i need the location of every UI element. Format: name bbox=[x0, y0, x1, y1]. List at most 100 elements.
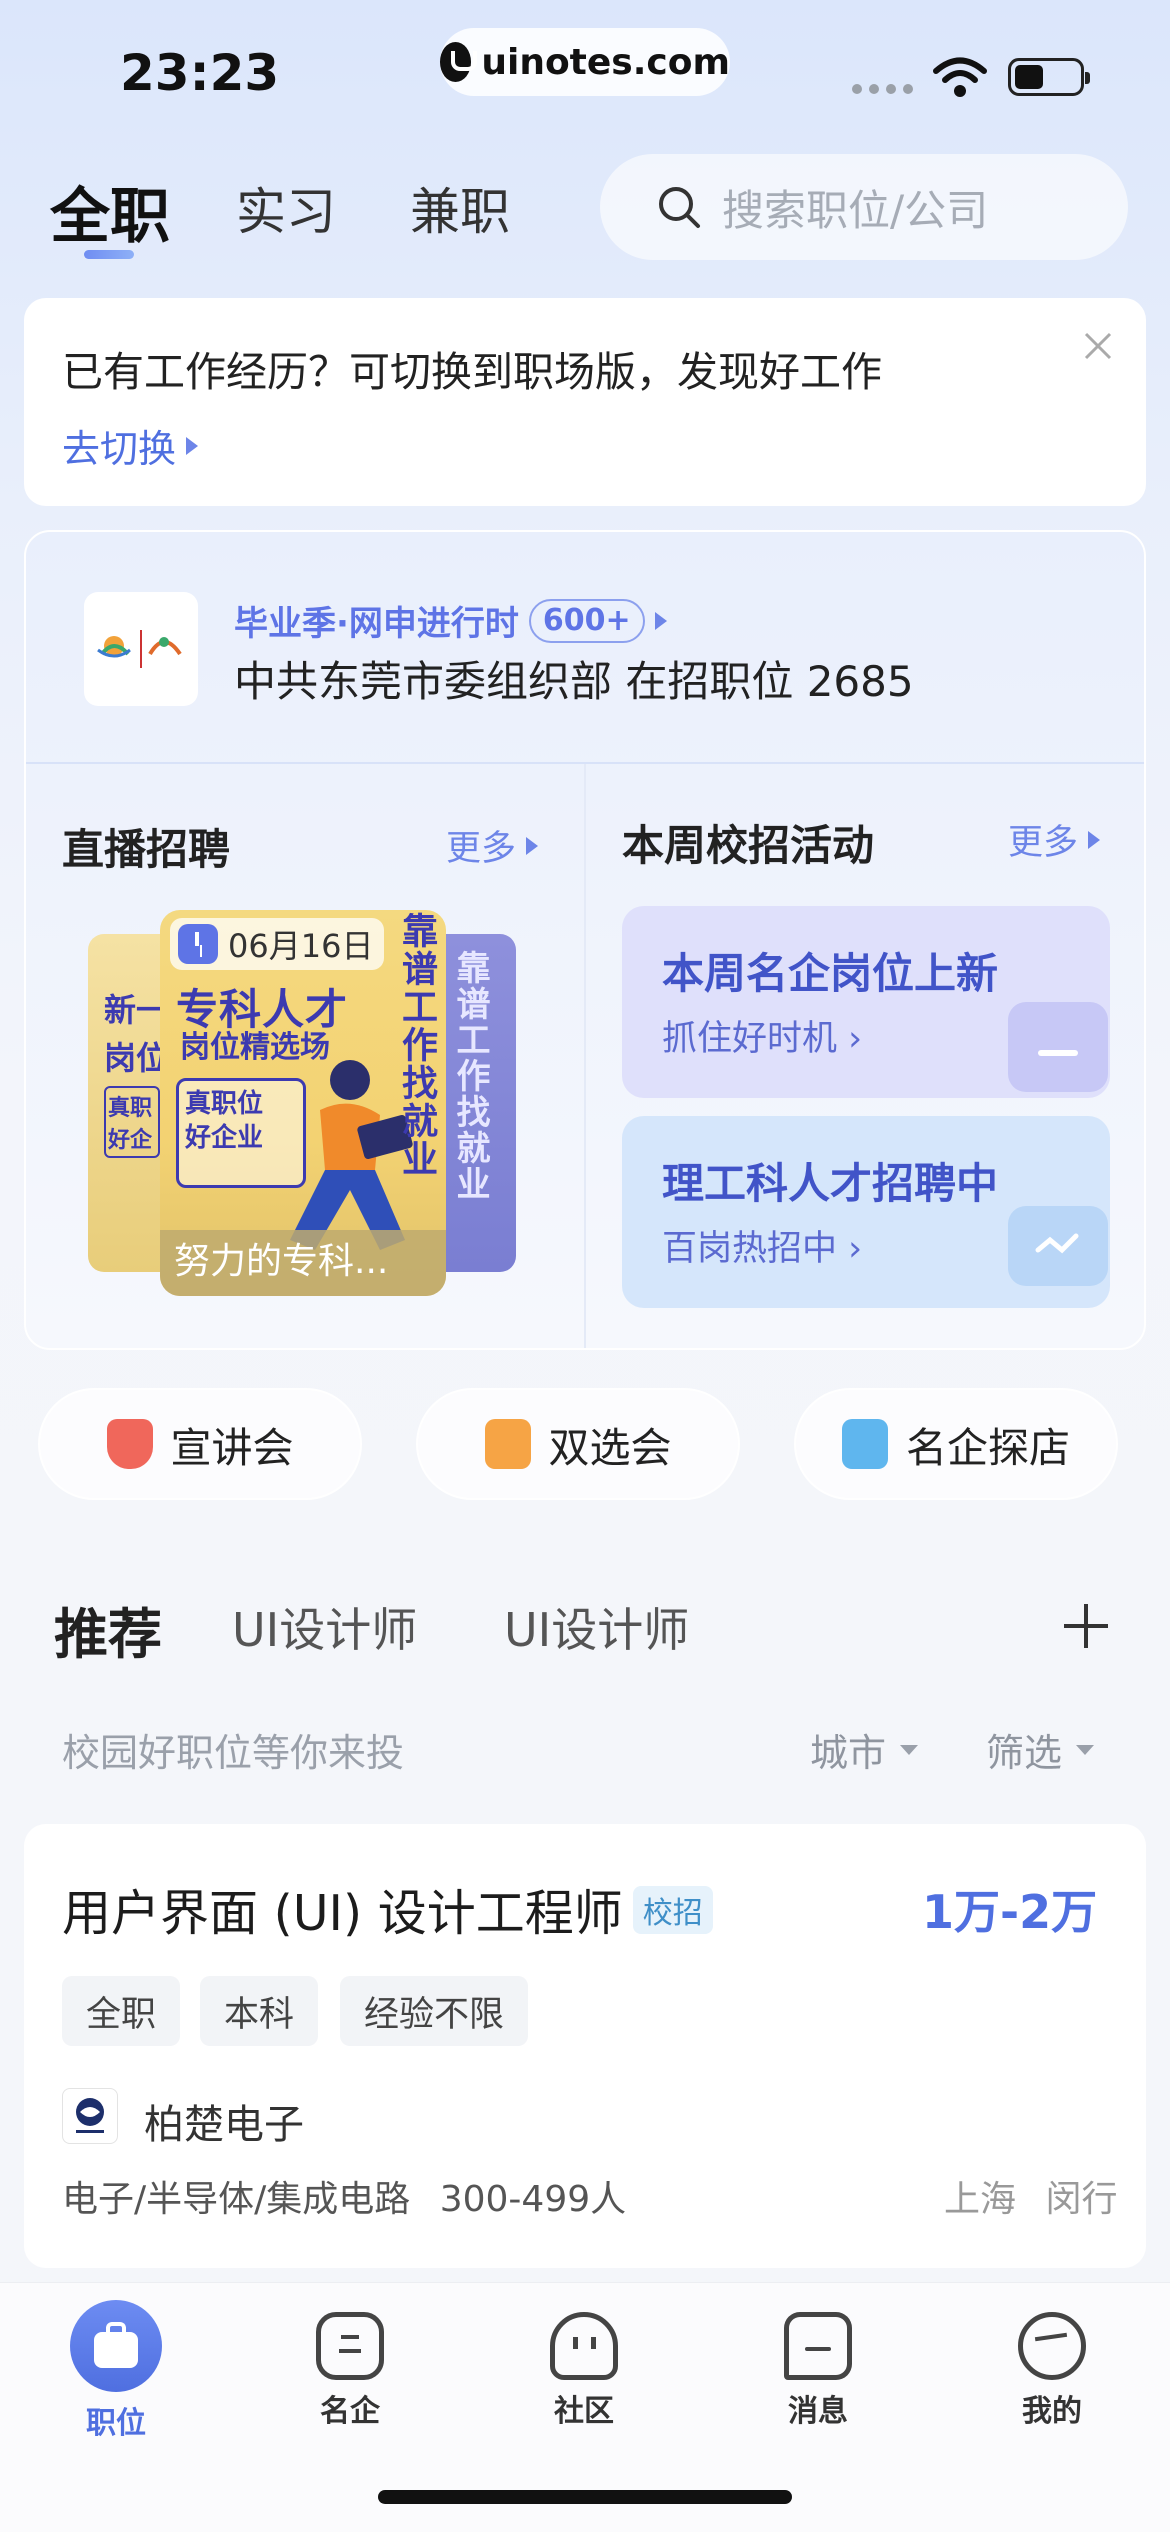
poster-subheadline: 岗位精选场 bbox=[180, 1030, 330, 1065]
company-logo bbox=[62, 2088, 118, 2144]
divider bbox=[584, 764, 586, 1348]
community-icon bbox=[550, 2312, 618, 2380]
campus-card-new-jobs[interactable]: 本周名企岗位上新 抓住好时机 › bbox=[622, 906, 1110, 1098]
site-logo-icon bbox=[440, 42, 478, 82]
company-icon bbox=[316, 2312, 384, 2380]
nav-label: 我的 bbox=[1022, 2394, 1082, 2429]
tab-ui-designer-2[interactable]: UI设计师 bbox=[504, 1594, 689, 1660]
count-badge: 600+ bbox=[528, 598, 645, 643]
search-icon bbox=[659, 187, 700, 228]
tab-active-indicator bbox=[84, 250, 134, 259]
clock-icon bbox=[178, 924, 218, 964]
profile-icon bbox=[1018, 2312, 1086, 2380]
chevron-down-icon bbox=[1076, 1744, 1095, 1755]
more-filter-label: 筛选 bbox=[986, 1731, 1063, 1775]
job-tag: 全职 bbox=[62, 1976, 181, 2046]
poster-date: 06月16日 bbox=[170, 918, 384, 970]
signal-icon bbox=[852, 84, 913, 94]
nav-messages[interactable]: 消息 bbox=[738, 2300, 898, 2430]
switch-link[interactable]: 去切换 bbox=[62, 418, 199, 473]
job-fair-label: 双选会 bbox=[548, 1424, 672, 1472]
campus-card-engineering[interactable]: 理工科人才招聘中 百岗热招中 › bbox=[622, 1116, 1110, 1308]
campus-card-sub: 百岗热招中 › bbox=[662, 1229, 863, 1269]
switch-link-label: 去切换 bbox=[62, 427, 177, 471]
url-text: uinotes.com bbox=[481, 41, 730, 83]
graduation-banner-title[interactable]: 毕业季·网申进行时 600+ bbox=[234, 596, 667, 645]
company-meta: 电子/半导体/集成电路 300-499人 bbox=[62, 2179, 627, 2220]
check-card-icon bbox=[484, 1419, 531, 1469]
arrow-right-icon bbox=[1088, 830, 1101, 849]
poster-date-text: 06月16日 bbox=[228, 927, 374, 965]
arrow-right-icon bbox=[186, 436, 199, 455]
job-title: 用户界面 (UI) 设计工程师 校招 bbox=[62, 1874, 713, 1945]
home-indicator bbox=[378, 2490, 792, 2504]
tab-recommend[interactable]: 推荐 bbox=[54, 1590, 162, 1669]
tab-internship[interactable]: 实习 bbox=[236, 172, 336, 244]
city-filter[interactable]: 城市 bbox=[810, 1722, 919, 1777]
poster-back-left-tag: 真职 好企 bbox=[104, 1086, 160, 1158]
company-visit-label: 名企探店 bbox=[906, 1424, 1070, 1472]
tab-parttime[interactable]: 兼职 bbox=[410, 172, 510, 244]
arrow-right-icon bbox=[526, 836, 539, 855]
battery-icon bbox=[1008, 58, 1090, 96]
job-tag: 本科 bbox=[200, 1976, 319, 2046]
nav-companies[interactable]: 名企 bbox=[270, 2300, 430, 2430]
nav-jobs[interactable]: 职位 bbox=[36, 2300, 196, 2442]
filter-hint: 校园好职位等你来投 bbox=[62, 1731, 405, 1775]
campus-card-sub: 抓住好时机 › bbox=[662, 1019, 863, 1059]
campus-more-link[interactable]: 更多 bbox=[1008, 814, 1101, 865]
poster-back-left-text: 新一 岗位 bbox=[104, 991, 169, 1077]
nav-label: 职位 bbox=[86, 2406, 146, 2441]
search-input[interactable]: 搜索职位/公司 bbox=[600, 154, 1128, 260]
campus-badge: 校招 bbox=[632, 1885, 713, 1934]
nav-community[interactable]: 社区 bbox=[504, 2300, 664, 2430]
nav-label: 社区 bbox=[554, 2394, 614, 2429]
lecture-icon bbox=[106, 1419, 153, 1469]
job-location: 上海 闵行 bbox=[944, 2179, 1118, 2220]
lecture-button[interactable]: 宣讲会 bbox=[38, 1388, 362, 1500]
graduation-title-text: 毕业季·网申进行时 bbox=[234, 604, 519, 644]
briefcase-icon bbox=[70, 2300, 162, 2392]
company-name: 柏楚电子 bbox=[144, 2102, 304, 2148]
live-section-title: 直播招聘 bbox=[62, 825, 231, 874]
tab-fulltime[interactable]: 全职 bbox=[50, 168, 170, 255]
more-filter[interactable]: 筛选 bbox=[986, 1722, 1095, 1777]
wifi-icon bbox=[933, 57, 987, 97]
poster-caption: 努力的专科... bbox=[160, 1230, 446, 1296]
arrow-right-icon bbox=[654, 611, 667, 630]
switch-notice-card bbox=[24, 298, 1146, 506]
monitor-icon bbox=[1008, 1206, 1108, 1286]
add-tab-icon[interactable] bbox=[1064, 1604, 1108, 1648]
city-filter-label: 城市 bbox=[810, 1731, 887, 1775]
poster-tag: 真职位 好企业 bbox=[176, 1078, 306, 1188]
job-fair-button[interactable]: 双选会 bbox=[416, 1388, 740, 1500]
job-tag: 经验不限 bbox=[340, 1976, 529, 2046]
nav-label: 消息 bbox=[788, 2394, 848, 2429]
tab-ui-designer-1[interactable]: UI设计师 bbox=[232, 1594, 417, 1660]
nav-label: 名企 bbox=[320, 2394, 380, 2429]
graduation-banner-subtitle: 中共东莞市委组织部 在招职位 2685 bbox=[234, 657, 914, 706]
job-title-text: 用户界面 (UI) 设计工程师 bbox=[62, 1885, 623, 1942]
close-icon[interactable] bbox=[1080, 328, 1116, 364]
more-label: 更多 bbox=[446, 829, 517, 869]
bag-icon bbox=[1008, 1002, 1108, 1092]
campus-card-title: 本周名企岗位上新 bbox=[662, 949, 999, 998]
live-more-link[interactable]: 更多 bbox=[446, 820, 539, 871]
status-time: 23:23 bbox=[120, 44, 280, 102]
building-icon bbox=[842, 1419, 888, 1469]
campus-card-title: 理工科人才招聘中 bbox=[662, 1159, 999, 1208]
chevron-down-icon bbox=[900, 1744, 919, 1755]
nav-profile[interactable]: 我的 bbox=[972, 2300, 1132, 2430]
url-pill[interactable]: uinotes.com bbox=[440, 28, 730, 96]
more-label: 更多 bbox=[1008, 823, 1079, 863]
poster-back-right-text: 靠谱工作找就业 bbox=[450, 950, 490, 1202]
job-salary: 1万-2万 bbox=[922, 1885, 1098, 1939]
search-placeholder: 搜索职位/公司 bbox=[722, 185, 989, 235]
message-icon bbox=[784, 2312, 852, 2380]
poster-side-text: 靠谱工作找就业 bbox=[396, 912, 437, 1178]
campus-section-title: 本周校招活动 bbox=[622, 821, 875, 870]
employer-logo bbox=[84, 592, 198, 706]
switch-notice-text: 已有工作经历？可切换到职场版，发现好工作 bbox=[62, 348, 882, 396]
lecture-label: 宣讲会 bbox=[170, 1424, 294, 1472]
company-visit-button[interactable]: 名企探店 bbox=[794, 1388, 1118, 1500]
